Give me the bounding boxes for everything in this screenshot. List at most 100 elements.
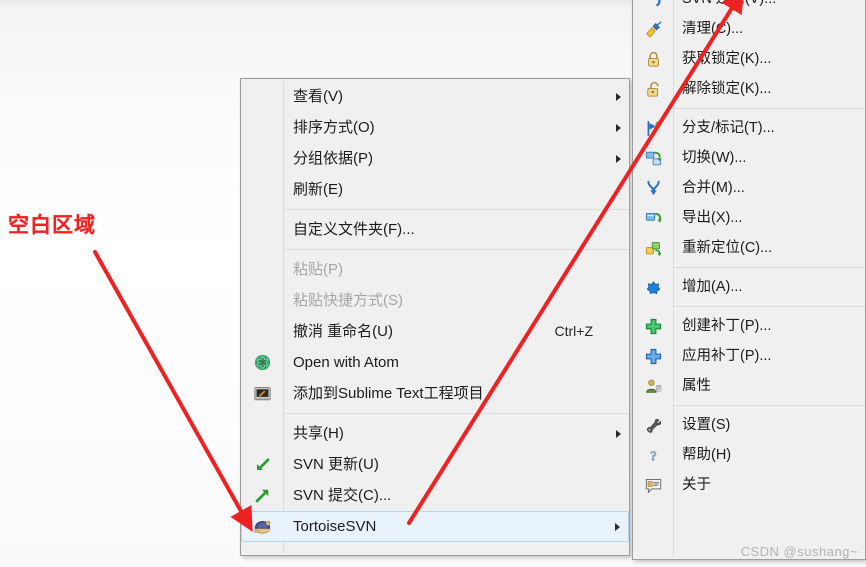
lock-closed-icon	[633, 44, 673, 74]
merge-icon	[633, 173, 673, 203]
explorer-menu-item-tortoise-3-3[interactable]: TortoiseSVN	[241, 511, 629, 542]
menu-separator	[673, 405, 865, 406]
menu-separator	[283, 249, 629, 250]
csdn-watermark: CSDN @sushang~	[740, 544, 858, 559]
explorer-menu-item-item-0-0[interactable]: 查看(V)	[241, 81, 629, 112]
tortoise-icon	[242, 511, 283, 542]
no-icon-placeholder	[241, 316, 283, 347]
svn-submenu-item-label: 获取锁定(K)...	[682, 51, 772, 67]
submenu-arrow-icon	[606, 522, 628, 531]
menu-separator	[283, 413, 629, 414]
explorer-menu-item-item-1-0[interactable]: 自定义文件夹(F)...	[241, 214, 629, 245]
svn-submenu-item-label: 合并(M)...	[682, 180, 745, 196]
explorer-menu-item-item-0-2[interactable]: 分组依据(P)	[241, 143, 629, 174]
cleanup-icon	[633, 14, 673, 44]
help-icon: ?	[633, 440, 673, 470]
svn-submenu-item-lock-closed-0-2[interactable]: 获取锁定(K)...	[633, 44, 865, 74]
svn-submenu-item-lock-open-0-3[interactable]: 解除锁定(K)...	[633, 74, 865, 104]
svn-submenu-item-label: 设置(S)	[682, 417, 731, 433]
svg-text:?: ?	[650, 448, 657, 463]
switch-icon	[633, 143, 673, 173]
svn-submenu-item-label: SVN 还原(V)...	[673, 0, 843, 14]
explorer-menu-item-item-3-0[interactable]: 共享(H)	[241, 418, 629, 449]
explorer-menu-item-label: 粘贴快捷方式(S)	[293, 292, 403, 309]
menu-separator	[673, 267, 865, 268]
explorer-menu-item-svn-commit-3-2[interactable]: SVN 提交(C)...	[241, 480, 629, 511]
no-icon-placeholder	[241, 174, 283, 205]
explorer-menu-item-label: 撤消 重命名(U)	[293, 323, 393, 340]
menu-separator	[673, 108, 865, 109]
submenu-arrow-icon	[607, 92, 629, 101]
submenu-arrow-icon	[607, 154, 629, 163]
explorer-menu-items: 查看(V) 排序方式(O) 分组依据(P) 刷新(E) 自定义文件夹(F)... 粘贴(P…	[241, 81, 629, 542]
explorer-menu-item-label: 添加到Sublime Text工程项目	[293, 385, 484, 402]
menu-item-shortcut: Ctrl+Z	[554, 323, 594, 339]
annotation-blank-area-label: 空白区域	[8, 213, 96, 237]
svn-submenu-item-label: 增加(A)...	[682, 279, 743, 295]
no-icon-placeholder	[241, 143, 283, 174]
explorer-menu-item-label: 共享(H)	[293, 425, 344, 442]
svn-submenu-item-export-1-3[interactable]: 导出(X)...	[633, 203, 865, 233]
svn-submenu-item-add-2-0[interactable]: 增加(A)...	[633, 272, 865, 302]
svn-submenu-item-merge-1-2[interactable]: 合并(M)...	[633, 173, 865, 203]
create-patch-icon	[633, 311, 673, 341]
tortoisesvn-submenu[interactable]: SVN 还原(V)... 清理(C)... 获取锁定(K)... 解除锁定(K)…	[632, 0, 866, 560]
svn-submenu-item-branch-tag-1-0[interactable]: 分支/标记(T)...	[633, 113, 865, 143]
svn-commit-icon	[241, 480, 283, 511]
explorer-menu-item-svn-update-3-1[interactable]: SVN 更新(U)	[241, 449, 629, 480]
svn-submenu-item-label: 属性	[682, 378, 711, 394]
svn-submenu-item-properties-3-2[interactable]: 属性	[633, 371, 865, 401]
svn-update-icon	[241, 449, 283, 480]
svn-submenu-item-label: 分支/标记(T)...	[682, 120, 775, 136]
svn-submenu-item-about-4-2[interactable]: 关于	[633, 470, 865, 500]
relocate-icon	[633, 233, 673, 263]
tortoisesvn-submenu-items: SVN 还原(V)... 清理(C)... 获取锁定(K)... 解除锁定(K)…	[633, 0, 865, 500]
apply-patch-icon	[633, 341, 673, 371]
no-icon-placeholder	[241, 254, 283, 285]
no-icon-placeholder	[241, 112, 283, 143]
submenu-arrow-icon	[607, 429, 629, 438]
explorer-menu-item-label: 刷新(E)	[293, 181, 343, 198]
atom-icon	[241, 347, 283, 378]
explorer-menu-item-label: SVN 更新(U)	[293, 456, 379, 473]
svn-submenu-item-label: 创建补丁(P)...	[682, 318, 772, 334]
explorer-context-menu[interactable]: 查看(V) 排序方式(O) 分组依据(P) 刷新(E) 自定义文件夹(F)... 粘贴(P…	[240, 78, 630, 556]
svn-submenu-item-relocate-1-4[interactable]: 重新定位(C)...	[633, 233, 865, 263]
svn-submenu-item-settings-4-0[interactable]: 设置(S)	[633, 410, 865, 440]
svn-submenu-item-label: 解除锁定(K)...	[682, 81, 772, 97]
explorer-menu-item-item-2-2[interactable]: 撤消 重命名(U) Ctrl+Z	[241, 316, 629, 347]
svn-submenu-item-switch-1-1[interactable]: 切换(W)...	[633, 143, 865, 173]
explorer-menu-item-item-2-1: 粘贴快捷方式(S)	[241, 285, 629, 316]
svn-submenu-item-label: 清理(C)...	[682, 21, 744, 37]
explorer-menu-item-label: 粘贴(P)	[293, 261, 343, 278]
properties-icon	[633, 371, 673, 401]
svn-submenu-item-revert-0-0[interactable]: SVN 还原(V)...	[633, 0, 865, 14]
menu-separator	[283, 209, 629, 210]
explorer-menu-item-item-0-1[interactable]: 排序方式(O)	[241, 112, 629, 143]
svn-submenu-item-create-patch-3-0[interactable]: 创建补丁(P)...	[633, 311, 865, 341]
revert-icon	[633, 0, 673, 14]
no-icon-placeholder	[241, 418, 283, 449]
no-icon-placeholder	[241, 81, 283, 112]
explorer-menu-item-label: 分组依据(P)	[293, 150, 373, 167]
about-icon	[633, 470, 673, 500]
explorer-menu-item-label: 自定义文件夹(F)...	[293, 221, 415, 238]
settings-icon	[633, 410, 673, 440]
explorer-menu-item-label: SVN 提交(C)...	[293, 487, 392, 504]
sublime-text-icon	[241, 378, 283, 409]
explorer-menu-item-item-2-0: 粘贴(P)	[241, 254, 629, 285]
menu-separator	[673, 306, 865, 307]
explorer-menu-item-atom-2-3[interactable]: Open with Atom	[241, 347, 629, 378]
svn-submenu-item-cleanup-0-1[interactable]: 清理(C)...	[633, 14, 865, 44]
add-icon	[633, 272, 673, 302]
lock-open-icon	[633, 74, 673, 104]
explorer-menu-item-item-0-3[interactable]: 刷新(E)	[241, 174, 629, 205]
explorer-menu-item-sublime-text-2-4[interactable]: 添加到Sublime Text工程项目	[241, 378, 629, 409]
explorer-menu-item-label: 查看(V)	[293, 88, 343, 105]
svn-submenu-item-label: 关于	[682, 477, 711, 493]
svn-submenu-item-label: 重新定位(C)...	[682, 240, 773, 256]
svn-submenu-item-apply-patch-3-1[interactable]: 应用补丁(P)...	[633, 341, 865, 371]
explorer-menu-item-label: Open with Atom	[293, 354, 399, 371]
no-icon-placeholder	[241, 285, 283, 316]
svn-submenu-item-help-4-1[interactable]: ? 帮助(H)	[633, 440, 865, 470]
